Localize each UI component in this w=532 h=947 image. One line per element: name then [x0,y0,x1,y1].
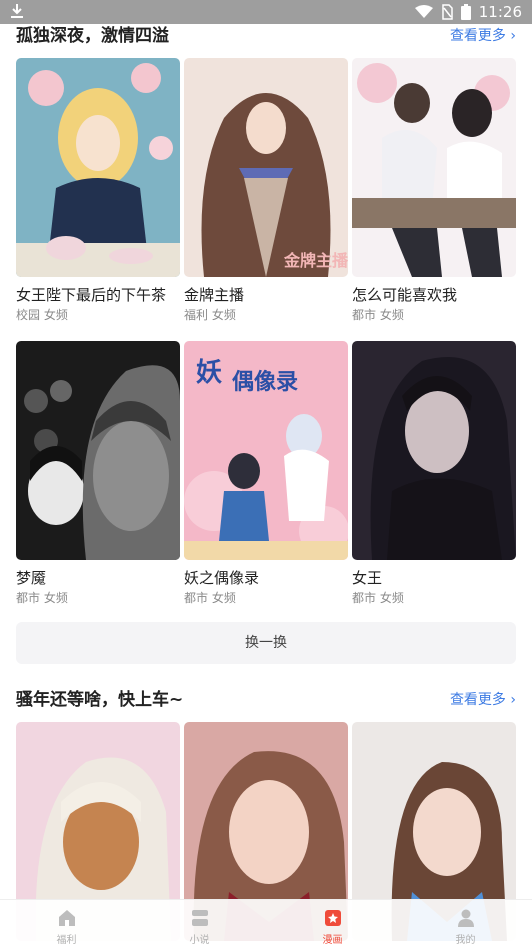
comic-title: 梦魇 [16,569,47,587]
comic-cover[interactable] [352,341,516,560]
comic-tags: 都市 女频 [16,591,68,605]
comic-icon [323,908,343,928]
no-sim-icon [441,4,453,20]
comic-cover[interactable]: 金牌主播 [184,58,348,277]
book-icon [190,908,210,928]
comic-tags: 都市 女频 [352,308,404,322]
user-icon [456,908,476,928]
nav-item-mine[interactable]: 我的 [399,900,532,947]
section-title: 骚年还等啥，快上车~ [16,690,184,710]
comic-tags: 校园 女频 [16,308,68,322]
nav-label: 我的 [455,935,476,946]
clock-time: 11:26 [478,3,522,21]
bottom-navigation: 福利 小说 漫画 我的 [0,899,532,947]
nav-item-welfare[interactable]: 福利 [0,900,133,947]
download-icon [10,3,24,19]
view-more-link[interactable]: 查看更多 › [450,22,516,50]
comic-cover[interactable] [16,58,180,277]
view-more-link[interactable]: 查看更多 › [450,686,516,714]
comic-card[interactable]: 梦魇 都市 女频 [16,341,180,606]
comic-card[interactable]: 妖 偶像录 妖之偶像录 都市 女频 [184,341,348,606]
section-header-1: 孤独深夜，激情四溢 查看更多 › [16,22,516,50]
comic-card[interactable]: 女王陛下最后的下午茶 校园 女频 [16,58,180,323]
wifi-icon [414,5,433,19]
comic-card[interactable]: 女王 都市 女频 [352,341,516,606]
comic-title: 妖之偶像录 [184,569,260,587]
comic-title: 金牌主播 [184,286,245,304]
comic-tags: 都市 女频 [352,591,404,605]
battery-icon [460,4,471,20]
comic-title: 女王陛下最后的下午茶 [16,286,167,304]
comic-card[interactable]: 怎么可能喜欢我 都市 女频 [352,58,516,323]
svg-text:金牌主播: 金牌主播 [283,251,348,270]
comic-title: 怎么可能喜欢我 [352,286,458,304]
comic-cover[interactable] [352,58,516,277]
refresh-button[interactable]: 换一换 [16,622,516,664]
section-title: 孤独深夜，激情四溢 [16,26,169,46]
nav-item-comic[interactable]: 漫画 [266,900,399,947]
nav-item-novel[interactable]: 小说 [133,900,266,947]
comic-tags: 福利 女频 [184,308,236,322]
comic-cover[interactable] [16,341,180,560]
svg-text:偶像录: 偶像录 [232,369,298,395]
home-icon [57,908,77,928]
comic-card[interactable]: 金牌主播 金牌主播 福利 女频 [184,58,348,323]
comic-title: 女王 [352,569,383,587]
nav-label: 福利 [56,935,77,946]
svg-text:妖: 妖 [196,358,222,388]
nav-label: 小说 [189,935,210,946]
nav-label: 漫画 [322,935,343,946]
section-header-2: 骚年还等啥，快上车~ 查看更多 › [16,686,516,714]
status-bar: 11:26 [0,0,532,24]
comic-cover[interactable]: 妖 偶像录 [184,341,348,560]
comic-tags: 都市 女频 [184,591,236,605]
